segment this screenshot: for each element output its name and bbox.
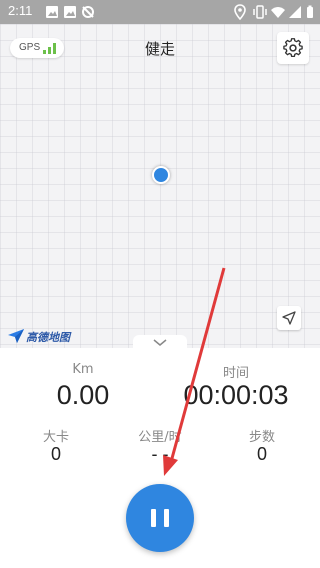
status-time: 2:11 xyxy=(8,3,33,18)
calories-label: 大卡 xyxy=(42,430,69,445)
no-signal-icon xyxy=(82,6,94,18)
current-location-marker xyxy=(152,166,170,184)
speed-label: 公里/时 xyxy=(138,430,182,445)
page-title: 健走 xyxy=(144,40,175,58)
collapse-panel-button[interactable] xyxy=(133,335,187,351)
gear-icon xyxy=(283,38,303,58)
settings-button[interactable] xyxy=(277,32,309,64)
navigation-arrow-icon xyxy=(282,311,296,325)
status-bar: 2:11 xyxy=(0,0,320,24)
pause-button[interactable] xyxy=(126,484,194,552)
location-icon xyxy=(234,4,246,20)
wifi-icon xyxy=(271,7,285,18)
time-label: 时间 xyxy=(222,366,249,381)
signal-icon xyxy=(289,6,301,18)
vibrate-icon xyxy=(253,5,267,19)
amap-logo-icon xyxy=(8,329,24,343)
distance-value: 0.00 xyxy=(56,380,110,410)
locate-button[interactable] xyxy=(277,306,301,330)
map-view[interactable]: GPS 健走 高德地图 xyxy=(0,24,320,348)
time-value: 00:00:03 xyxy=(183,380,289,410)
battery-icon xyxy=(307,5,313,18)
calories-value: 0 xyxy=(50,444,61,464)
steps-value: 0 xyxy=(256,444,267,464)
steps-label: 步数 xyxy=(248,430,275,445)
distance-label: Km xyxy=(72,362,94,377)
image-icon xyxy=(64,6,76,18)
speed-value: - - xyxy=(151,444,169,464)
map-logo-text: 高德地图 xyxy=(26,331,70,344)
chevron-down-icon xyxy=(153,339,167,346)
image-icon xyxy=(46,6,58,18)
